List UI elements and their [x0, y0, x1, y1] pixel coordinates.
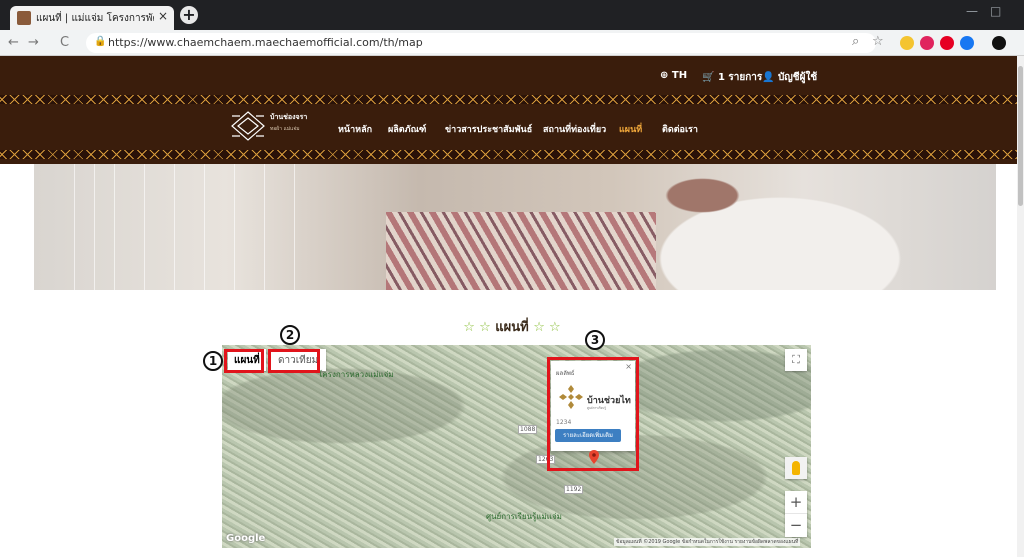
header-pattern-top [0, 95, 1024, 104]
extension-icon-4[interactable] [960, 36, 974, 50]
tab-close-button[interactable]: × [158, 9, 168, 23]
annotation-box-2 [268, 349, 320, 373]
site-header [0, 56, 1024, 164]
page-title: ☆ ☆ แผนที่ ☆ ☆ [0, 316, 1024, 337]
zoom-out-button[interactable]: − [785, 514, 807, 537]
tab-title: แผนที่ | แม่แจ่ม โครงการพัฒนาอนุรักษ์ผ้า [36, 13, 154, 24]
bookmark-star-icon[interactable]: ☆ [872, 34, 884, 49]
street-view-pegman-icon[interactable] [785, 457, 807, 479]
fullscreen-icon[interactable]: ⛶ [785, 349, 807, 371]
site-logo-icon[interactable] [230, 110, 266, 142]
forward-button[interactable]: → [28, 35, 39, 50]
star-icon-left: ☆ ☆ [463, 320, 491, 335]
map-attribution[interactable]: ข้อมูลแผนที่ ©2019 Google ข้อกำหนดในการใ… [614, 538, 801, 546]
back-button[interactable]: ← [8, 35, 19, 50]
browser-toolbar: ← → C 🔒 https://www.chaemchaem.maechaemo… [0, 30, 1024, 56]
logo-text: บ้านช่องจรา ทอผ้า แม่แจ่ม [270, 112, 322, 133]
nav-home[interactable]: หน้าหลัก [338, 122, 372, 136]
annotation-box-1 [224, 349, 264, 373]
cart-label: 1 รายการ [717, 72, 763, 83]
hero-banner-image [34, 164, 996, 290]
header-pattern-bottom [0, 150, 1024, 159]
page-scrollbar[interactable] [1017, 56, 1024, 557]
browser-tab[interactable]: แผนที่ | แม่แจ่ม โครงการพัฒนาอนุรักษ์ผ้า… [10, 6, 174, 30]
browser-tab-bar: แผนที่ | แม่แจ่ม โครงการพัฒนาอนุรักษ์ผ้า… [0, 0, 1024, 30]
url-text[interactable]: https://www.chaemchaem.maechaemofficial.… [108, 36, 423, 49]
annotation-box-3 [547, 357, 639, 471]
reload-button[interactable]: C [60, 35, 69, 50]
star-icon-right: ☆ ☆ [533, 320, 561, 335]
favicon-icon [17, 11, 31, 25]
nav-news[interactable]: ข่าวสารประชาสัมพันธ์ [445, 122, 532, 136]
weaver-figure [594, 164, 904, 290]
window-minimize-button[interactable]: — [966, 4, 978, 18]
map-place-label[interactable]: โครงการหลวงแม่แจ่ม [318, 368, 394, 381]
extension-icon-2[interactable] [920, 36, 934, 50]
map-place-label[interactable]: ศูนย์การเรียนรู้แม่แจ่ม [486, 510, 562, 523]
nav-products[interactable]: ผลิตภัณฑ์ [388, 122, 426, 136]
page-title-text: แผนที่ [495, 320, 529, 335]
google-map[interactable]: แผนที่ ดาวเทียม ⛶ + − โครงการหลวงแม่แจ่ม… [222, 345, 811, 548]
logo-subtitle: ทอผ้า แม่แจ่ม [270, 126, 300, 132]
annotation-number-1: 1 [203, 351, 223, 371]
annotation-number-3: 3 [585, 330, 605, 350]
scrollbar-thumb[interactable] [1018, 66, 1023, 206]
address-bar[interactable]: 🔒 https://www.chaemchaem.maechaemofficia… [86, 33, 876, 53]
logo-name: บ้านช่องจรา [270, 113, 308, 121]
account-link[interactable]: 👤 บัญชีผู้ใช้ [762, 70, 817, 85]
pinterest-icon[interactable] [940, 36, 954, 50]
nav-map[interactable]: แผนที่ [619, 122, 642, 136]
profile-avatar[interactable] [992, 36, 1006, 50]
google-logo: Google [226, 533, 266, 544]
new-tab-button[interactable]: + [180, 6, 198, 24]
account-label: บัญชีผู้ใช้ [777, 72, 818, 83]
road-number: 1192 [564, 485, 584, 494]
lock-icon: 🔒 [94, 36, 107, 47]
language-label: TH [671, 70, 688, 81]
nav-attractions[interactable]: สถานที่ท่องเที่ยว [543, 122, 606, 136]
zoom-in-button[interactable]: + [785, 491, 807, 514]
window-maximize-button[interactable]: □ [990, 4, 1001, 18]
language-switch[interactable]: ⊕ TH [660, 70, 687, 81]
extension-icon-1[interactable] [900, 36, 914, 50]
zoom-icon[interactable]: ⌕ [852, 34, 859, 49]
road-number: 1088 [518, 425, 538, 434]
zoom-control: + − [785, 491, 807, 537]
nav-contact[interactable]: ติดต่อเรา [662, 122, 698, 136]
cart-link[interactable]: 🛒 1 รายการ [702, 70, 762, 85]
annotation-number-2: 2 [280, 325, 300, 345]
